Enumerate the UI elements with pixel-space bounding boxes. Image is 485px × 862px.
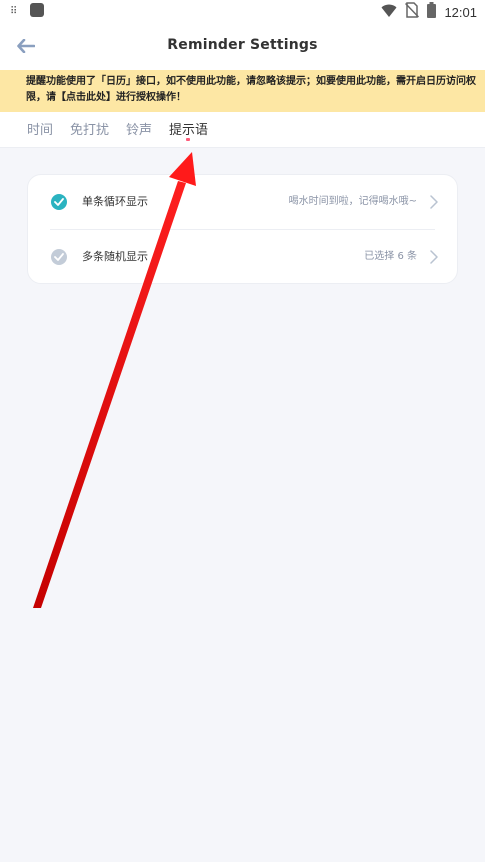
active-tab-indicator [186, 138, 190, 141]
page-title: Reminder Settings [167, 37, 318, 53]
status-bar: ⠿ 12:01 [0, 0, 485, 24]
notice-text[interactable]: 提醒功能使用了「日历」接口，如不使用此功能，请忽略该提示；如要使用此功能，需开启… [26, 74, 477, 106]
tab-time[interactable]: 时间 [27, 119, 53, 138]
app-square-icon [30, 3, 44, 17]
no-sim-icon [405, 2, 420, 22]
notification-icon: ⠿ [10, 6, 18, 17]
tab-bar: 时间 免打扰 铃声 提示语 [0, 112, 485, 148]
option-value: 已选择 6 条 [364, 251, 417, 262]
app-header: Reminder Settings [0, 24, 485, 70]
unchecked-icon [51, 249, 67, 265]
option-single-loop[interactable]: 单条循环显示 喝水时间到啦，记得喝水哦~ [28, 175, 459, 229]
display-mode-card: 单条循环显示 喝水时间到啦，记得喝水哦~ 多条随机显示 已选择 6 条 [27, 174, 458, 284]
option-label: 单条循环显示 [82, 195, 148, 208]
checked-icon [51, 194, 67, 210]
tab-do-not-disturb[interactable]: 免打扰 [70, 119, 109, 138]
chevron-right-icon [429, 249, 439, 265]
status-time: 12:01 [444, 4, 477, 20]
tab-ringtone[interactable]: 铃声 [126, 119, 152, 138]
wifi-icon [381, 3, 397, 22]
option-multi-random[interactable]: 多条随机显示 已选择 6 条 [28, 230, 459, 284]
status-right: 12:01 [381, 2, 477, 22]
battery-icon [427, 2, 437, 22]
option-label: 多条随机显示 [82, 250, 148, 263]
calendar-permission-notice[interactable]: 提醒功能使用了「日历」接口，如不使用此功能，请忽略该提示；如要使用此功能，需开启… [0, 70, 485, 112]
tab-prompt-text[interactable]: 提示语 [169, 119, 208, 138]
chevron-right-icon [429, 194, 439, 210]
option-value: 喝水时间到啦，记得喝水哦~ [288, 196, 417, 207]
